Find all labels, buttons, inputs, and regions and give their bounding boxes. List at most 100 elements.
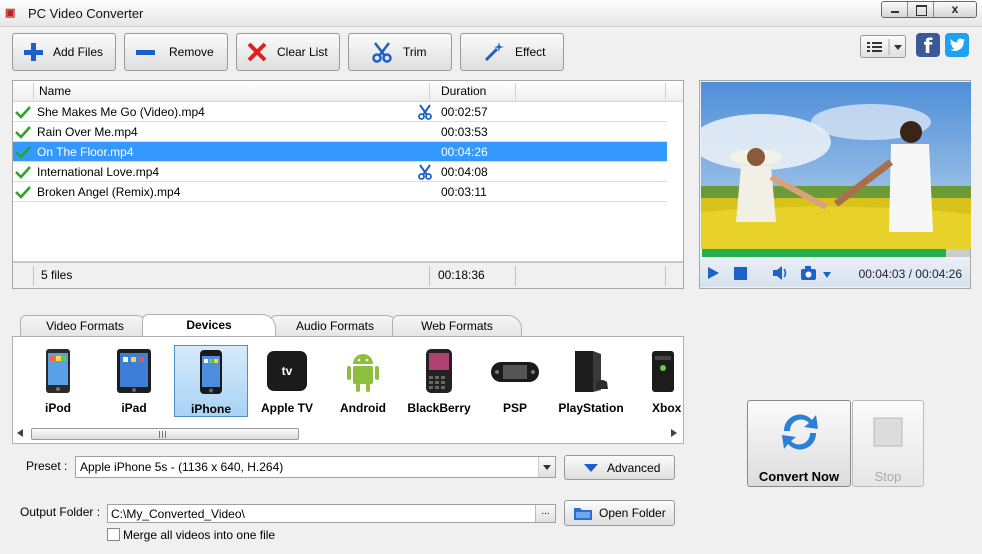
folder-icon (574, 508, 592, 520)
clear-list-button[interactable]: Clear List (236, 33, 340, 71)
stop-square-icon (873, 417, 903, 447)
blackberry-icon (426, 349, 452, 393)
ipod-icon (46, 349, 70, 393)
device-ipod[interactable]: iPod (21, 345, 95, 417)
window-controls: x (881, 1, 977, 18)
effect-button[interactable]: Effect (460, 33, 564, 71)
advanced-button[interactable]: Advanced (564, 455, 675, 480)
file-list-header: Name Duration (13, 81, 683, 102)
browse-button[interactable]: ... (535, 505, 555, 522)
clear-list-label: Clear List (277, 45, 328, 59)
checkmark-icon[interactable] (15, 105, 31, 119)
checkmark-icon[interactable] (15, 165, 31, 179)
app-logo-icon: ▣ (5, 7, 16, 19)
device-android[interactable]: Android (326, 345, 400, 417)
device-psp[interactable]: PSP (478, 345, 552, 417)
file-row[interactable]: She Makes Me Go (Video).mp4 00:02:57 (13, 102, 667, 122)
device-label: BlackBerry (407, 401, 471, 415)
view-mode-dropdown[interactable] (860, 35, 906, 58)
open-folder-button[interactable]: Open Folder (564, 500, 675, 526)
file-row[interactable]: Rain Over Me.mp4 00:03:53 (13, 122, 667, 142)
preset-label: Preset : (26, 459, 68, 473)
maximize-button[interactable] (908, 2, 934, 17)
file-duration: 00:02:57 (441, 105, 488, 119)
stop-button[interactable]: Stop (852, 400, 924, 487)
column-header-name[interactable]: Name (39, 84, 71, 98)
appletv-icon: tv (267, 351, 307, 391)
scroll-right-icon[interactable] (671, 429, 677, 437)
convert-now-button[interactable]: Convert Now (747, 400, 851, 487)
tab-video-formats[interactable]: Video Formats (20, 315, 150, 337)
snapshot-dropdown-icon[interactable] (822, 271, 832, 279)
list-view-icon (867, 39, 902, 55)
file-name: She Makes Me Go (Video).mp4 (37, 105, 205, 119)
add-files-button[interactable]: Add Files (12, 33, 116, 71)
file-duration: 00:04:08 (441, 165, 488, 179)
minimize-button[interactable] (882, 2, 908, 17)
effect-label: Effect (515, 45, 546, 59)
facebook-icon[interactable]: f (916, 33, 940, 58)
preset-select[interactable]: Apple iPhone 5s - (1136 x 640, H.264) (75, 456, 556, 478)
snapshot-camera-icon[interactable] (800, 265, 818, 281)
output-folder-path: C:\My_Converted_Video\ (111, 507, 245, 521)
playstation-icon (575, 351, 608, 392)
device-label: iPod (45, 401, 71, 415)
remove-button[interactable]: Remove (124, 33, 228, 71)
device-xbox[interactable]: Xbox (630, 345, 684, 417)
file-duration: 00:04:26 (441, 145, 488, 159)
play-icon[interactable] (706, 266, 720, 280)
magic-wand-icon (484, 42, 504, 62)
scrollbar-thumb[interactable] (31, 428, 299, 440)
device-iphone[interactable]: iPhone (174, 345, 248, 417)
file-list[interactable]: Name Duration She Makes Me Go (Video).mp… (12, 80, 684, 289)
checkmark-icon[interactable] (15, 145, 31, 159)
column-header-duration[interactable]: Duration (441, 84, 486, 98)
advanced-label: Advanced (607, 460, 661, 475)
checkmark-icon[interactable] (15, 185, 31, 199)
tab-web-formats[interactable]: Web Formats (392, 315, 522, 337)
chevron-down-icon[interactable] (538, 457, 555, 477)
merge-label: Merge all videos into one file (123, 528, 276, 542)
open-folder-label: Open Folder (599, 506, 666, 520)
minus-icon (136, 50, 155, 55)
device-blackberry[interactable]: BlackBerry (402, 345, 476, 417)
tab-devices[interactable]: Devices (142, 314, 276, 337)
file-name: Broken Angel (Remix).mp4 (37, 185, 181, 199)
video-preview-panel: 00:04:03 / 00:04:26 (699, 80, 971, 289)
device-scrollbar[interactable] (15, 425, 681, 442)
tab-audio-formats[interactable]: Audio Formats (270, 315, 400, 337)
device-label: Apple TV (260, 401, 313, 415)
file-name: On The Floor.mp4 (37, 145, 134, 159)
merge-checkbox[interactable] (107, 528, 120, 541)
output-folder-input[interactable]: C:\My_Converted_Video\ ... (107, 504, 556, 523)
device-panel: iPod iPad iPhone tv Apple TV Android Bla… (12, 336, 684, 444)
file-row[interactable]: On The Floor.mp4 00:04:26 (13, 142, 667, 162)
playback-time: 00:04:03 / 00:04:26 (858, 267, 962, 281)
file-row[interactable]: International Love.mp4 00:04:08 (13, 162, 667, 182)
remove-label: Remove (169, 45, 214, 59)
convert-refresh-icon (782, 414, 818, 450)
device-playstation[interactable]: PlayStation (554, 345, 628, 417)
scroll-left-icon[interactable] (17, 429, 23, 437)
scissors-icon (418, 104, 432, 120)
device-ipad[interactable]: iPad (97, 345, 171, 417)
device-apple-tv[interactable]: tv Apple TV (250, 345, 324, 417)
trim-button[interactable]: Trim (348, 33, 452, 71)
stop-icon[interactable] (734, 267, 747, 280)
convert-now-label: Convert Now (758, 469, 840, 484)
trim-label: Trim (403, 45, 427, 59)
psp-icon (491, 362, 539, 382)
file-duration: 00:03:11 (441, 185, 487, 199)
file-row[interactable]: Broken Angel (Remix).mp4 00:03:11 (13, 182, 667, 202)
device-label: Xbox (652, 401, 682, 415)
video-frame[interactable] (701, 82, 971, 249)
device-label: iPhone (190, 402, 231, 416)
twitter-icon[interactable] (945, 33, 969, 57)
playback-progress-bar[interactable] (702, 249, 970, 257)
volume-icon[interactable] (772, 265, 790, 281)
close-button[interactable]: x (934, 2, 976, 17)
device-label: iPad (121, 401, 147, 415)
total-duration: 00:18:36 (438, 268, 485, 282)
checkmark-icon[interactable] (15, 125, 31, 139)
scissors-icon (418, 164, 432, 180)
